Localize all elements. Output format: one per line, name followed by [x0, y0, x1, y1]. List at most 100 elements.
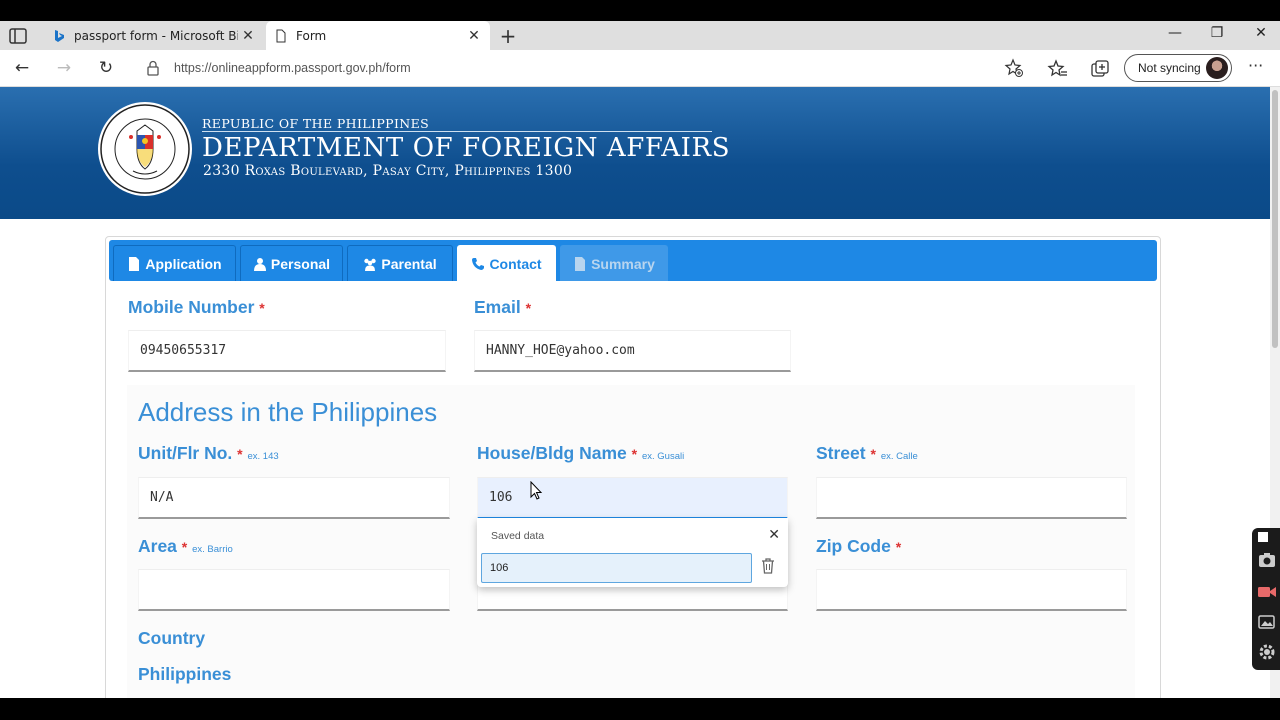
group-icon — [364, 258, 377, 271]
tab-title: passport form - Microsoft Bing S — [74, 28, 238, 43]
add-favorite-icon[interactable] — [1004, 58, 1024, 78]
example-hint: ex. Calle — [880, 451, 918, 462]
favorites-icon[interactable] — [1047, 58, 1069, 80]
country-label: Country — [138, 628, 206, 648]
section-title: Address in the Philippines — [138, 397, 438, 427]
pin-icon[interactable] — [1257, 531, 1269, 543]
video-icon[interactable] — [1257, 582, 1277, 602]
url-text[interactable]: https://onlineappform.passport.gov.ph/fo… — [174, 61, 411, 75]
unit-input[interactable]: N/A — [138, 477, 450, 519]
gear-icon[interactable] — [1257, 642, 1277, 662]
tab-label: Contact — [489, 255, 542, 272]
profile-sync-button[interactable]: Not syncing — [1124, 54, 1232, 82]
capture-toolbar — [1252, 528, 1280, 670]
label-text: Zip Code — [816, 536, 891, 556]
close-tab-icon[interactable]: ✕ — [464, 28, 484, 44]
area-input[interactable] — [138, 569, 450, 611]
mobile-number-input[interactable]: 09450655317 — [128, 330, 446, 372]
browser-tab-bing[interactable]: passport form - Microsoft Bing S ✕ — [44, 21, 264, 50]
back-button[interactable]: ← — [11, 58, 33, 80]
label-text: Email — [474, 297, 521, 317]
tab-contact[interactable]: Contact — [457, 245, 556, 281]
label-text: Mobile Number — [128, 297, 255, 317]
sync-label: Not syncing — [1138, 61, 1201, 75]
collections-icon[interactable] — [1089, 58, 1111, 80]
autofill-suggestion[interactable]: 106 — [481, 553, 752, 583]
input-value: N/A — [150, 490, 174, 505]
browser-toolbar: ← → ↻ https://onlineappform.passport.gov… — [0, 50, 1280, 87]
new-tab-button[interactable]: + — [497, 24, 519, 48]
tab-personal[interactable]: Personal — [240, 245, 343, 281]
scrollbar-thumb[interactable] — [1272, 90, 1278, 348]
document-icon — [129, 256, 140, 271]
autofill-title: Saved data — [491, 530, 545, 542]
close-window-button[interactable]: ✕ — [1246, 25, 1276, 41]
input-value: HANNY_HOE@yahoo.com — [486, 343, 635, 358]
address-bar[interactable]: https://onlineappform.passport.gov.ph/fo… — [132, 54, 1032, 83]
dfa-header: Republic of the Philippines Department o… — [0, 87, 1270, 219]
phone-icon — [472, 257, 485, 270]
house-bldg-input[interactable]: 106 — [477, 477, 788, 519]
user-icon — [253, 257, 266, 271]
required-mark: * — [259, 300, 265, 316]
bottom-letterbox — [0, 698, 1280, 720]
restore-button[interactable]: ❐ — [1202, 25, 1232, 41]
tab-label: Personal — [270, 255, 331, 272]
camera-icon[interactable] — [1257, 550, 1277, 570]
form-tabs-bar: Application Personal Parental Contact Su… — [109, 240, 1157, 281]
input-value: 09450655317 — [140, 343, 227, 358]
example-hint: ex. 143 — [247, 451, 279, 462]
street-input[interactable] — [816, 477, 1127, 519]
label-text: Area — [138, 536, 177, 556]
close-tab-icon[interactable]: ✕ — [238, 28, 258, 44]
gallery-icon[interactable] — [1257, 612, 1277, 632]
tab-label: Application — [145, 255, 222, 272]
browser-tab-strip: passport form - Microsoft Bing S ✕ Form … — [0, 21, 1280, 50]
lock-icon[interactable] — [146, 60, 160, 76]
autofill-dropdown: Saved data ✕ 106 — [477, 518, 788, 587]
mouse-cursor-icon — [530, 481, 543, 500]
header-republic: Republic of the Philippines — [202, 116, 430, 131]
required-mark: * — [870, 446, 876, 462]
refresh-button[interactable]: ↻ — [95, 58, 117, 80]
more-options-icon[interactable]: ··· — [1248, 56, 1263, 75]
tab-summary: Summary — [560, 245, 668, 281]
example-hint: ex. Gusali — [641, 451, 685, 462]
email-label: Email * — [474, 297, 531, 318]
bing-icon — [55, 29, 64, 42]
required-mark: * — [895, 539, 902, 555]
web-page: Republic of the Philippines Department o… — [0, 87, 1270, 698]
area-label: Area * ex. Barrio — [138, 536, 233, 557]
label-text: House/Bldg Name — [477, 443, 627, 463]
page-icon — [276, 29, 286, 42]
tab-title: Form — [296, 28, 327, 43]
minimize-button[interactable]: — — [1160, 25, 1190, 41]
tab-actions-icon[interactable] — [8, 27, 28, 45]
forward-button[interactable]: → — [53, 58, 75, 80]
close-icon[interactable]: ✕ — [768, 527, 780, 543]
zip-code-input[interactable] — [816, 569, 1127, 611]
mobile-number-label: Mobile Number * — [128, 297, 265, 318]
required-mark: * — [525, 300, 532, 316]
tab-label: Parental — [381, 255, 437, 272]
document-icon — [575, 256, 586, 271]
street-label: Street * ex. Calle — [816, 443, 918, 464]
tab-label: Summary — [591, 255, 655, 272]
avatar — [1206, 57, 1228, 79]
header-address: 2330 Roxas Boulevard, Pasay City, Philip… — [203, 163, 573, 179]
dfa-seal-logo — [98, 102, 192, 196]
label-text: Unit/Flr No. — [138, 443, 233, 463]
input-value: 106 — [489, 490, 513, 505]
header-department: Department of Foreign Affairs — [202, 131, 731, 163]
country-value: Philippines — [138, 664, 232, 684]
required-mark: * — [631, 446, 638, 462]
browser-tab-form[interactable]: Form ✕ — [266, 21, 490, 50]
unit-label: Unit/Flr No. * ex. 143 — [138, 443, 279, 464]
tab-application[interactable]: Application — [113, 245, 236, 281]
email-input[interactable]: HANNY_HOE@yahoo.com — [474, 330, 791, 372]
label-text: Street — [816, 443, 866, 463]
screen: passport form - Microsoft Bing S ✕ Form … — [0, 0, 1280, 720]
tab-parental[interactable]: Parental — [347, 245, 453, 281]
trash-icon[interactable] — [760, 557, 776, 575]
zip-code-label: Zip Code * — [816, 536, 901, 557]
